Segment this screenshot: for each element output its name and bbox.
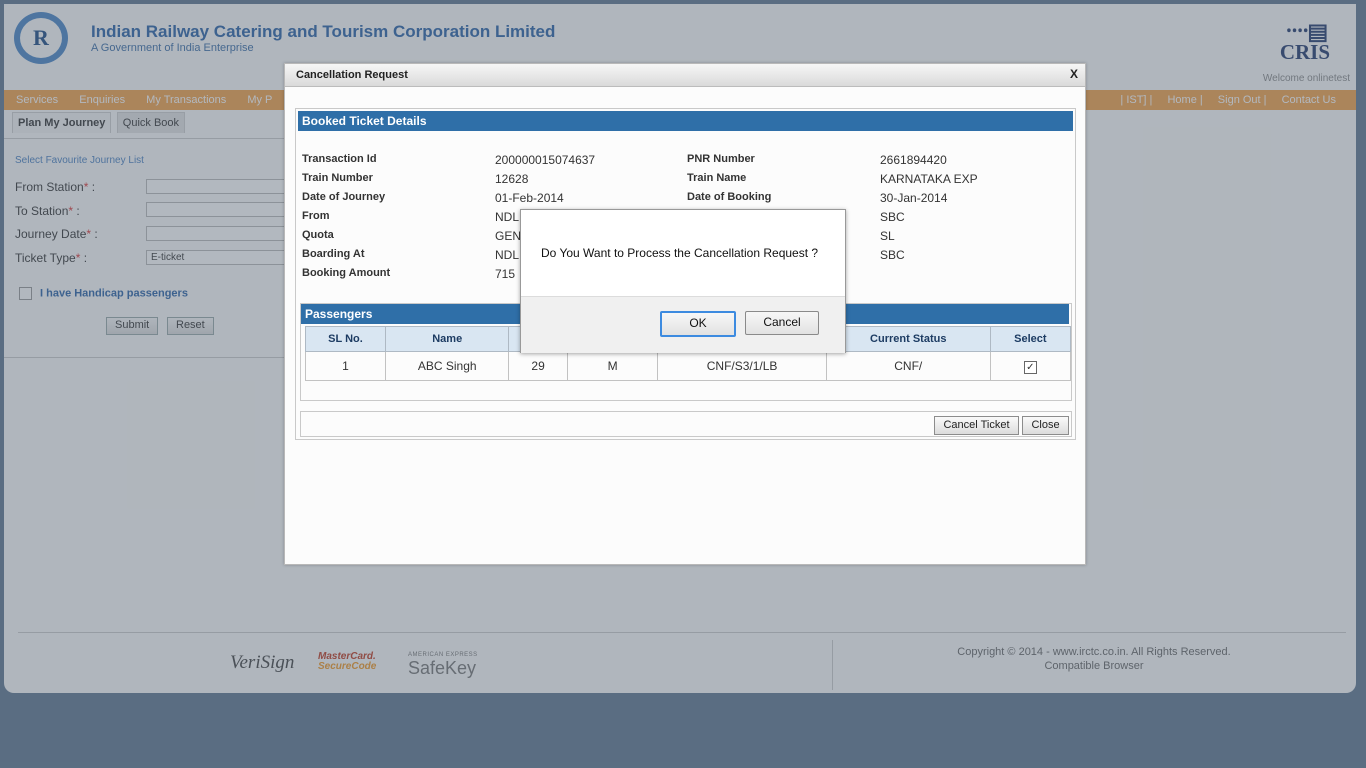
detail-label: Booking Amount: [302, 267, 391, 279]
sl-no-cell: 1: [305, 351, 386, 381]
detail-label: Transaction Id: [302, 153, 377, 165]
train-name-value: KARNATAKA EXP: [880, 172, 978, 186]
gender-cell: M: [566, 351, 659, 381]
detail-label: Quota: [302, 229, 334, 241]
detail-label: PNR Number: [687, 153, 755, 165]
class-value: SL: [880, 229, 895, 243]
select-passenger-checkbox[interactable]: ✓: [1023, 360, 1037, 374]
to-value: SBC: [880, 210, 905, 224]
action-bar: Cancel Ticket Close: [300, 411, 1072, 437]
reservation-upto-value: SBC: [880, 248, 905, 262]
booking-amount-value: 715: [495, 267, 516, 281]
close-button[interactable]: Close: [1022, 416, 1069, 435]
table-row: 1 ABC Singh 29 M CNF/S3/1/LB CNF/ ✓: [305, 351, 1072, 381]
select-cell: ✓: [989, 351, 1072, 381]
detail-label: From: [302, 210, 330, 222]
column-header: Name: [384, 326, 510, 352]
booking-status-cell: CNF/S3/1/LB: [657, 351, 827, 381]
detail-label: Date of Booking: [687, 191, 772, 203]
date-of-booking-value: 30-Jan-2014: [880, 191, 948, 205]
train-number-value: 12628: [495, 172, 529, 186]
cancel-ticket-button[interactable]: Cancel Ticket: [934, 416, 1019, 435]
close-window-icon[interactable]: X: [1070, 67, 1078, 81]
cancel-button[interactable]: Cancel: [745, 311, 819, 335]
quota-value: GEN: [495, 229, 522, 243]
transaction-id-value: 200000015074637: [495, 153, 596, 167]
confirm-message: Do You Want to Process the Cancellation …: [541, 246, 819, 260]
confirm-dialog: Do You Want to Process the Cancellation …: [520, 209, 846, 353]
current-status-cell: CNF/: [825, 351, 991, 381]
boarding-at-value: NDL: [495, 248, 520, 262]
window-title-bar[interactable]: Cancellation Request X: [285, 64, 1085, 87]
ok-button[interactable]: OK: [660, 311, 736, 337]
column-header: Select: [989, 326, 1072, 352]
detail-label: Date of Journey: [302, 191, 386, 203]
column-header: Current Status: [825, 326, 991, 352]
detail-label: Boarding At: [302, 248, 365, 260]
column-header: SL No.: [305, 326, 386, 352]
from-value: NDL: [495, 210, 520, 224]
detail-label: Train Number: [302, 172, 373, 184]
date-of-journey-value: 01-Feb-2014: [495, 191, 564, 205]
window-title: Cancellation Request: [296, 69, 408, 81]
age-cell: 29: [508, 351, 568, 381]
confirm-button-area: OK Cancel: [521, 296, 845, 353]
detail-label: Train Name: [687, 172, 747, 184]
booked-ticket-header: Booked Ticket Details: [298, 111, 1073, 131]
pnr-number-value: 2661894420: [880, 153, 947, 167]
name-cell: ABC Singh: [384, 351, 510, 381]
